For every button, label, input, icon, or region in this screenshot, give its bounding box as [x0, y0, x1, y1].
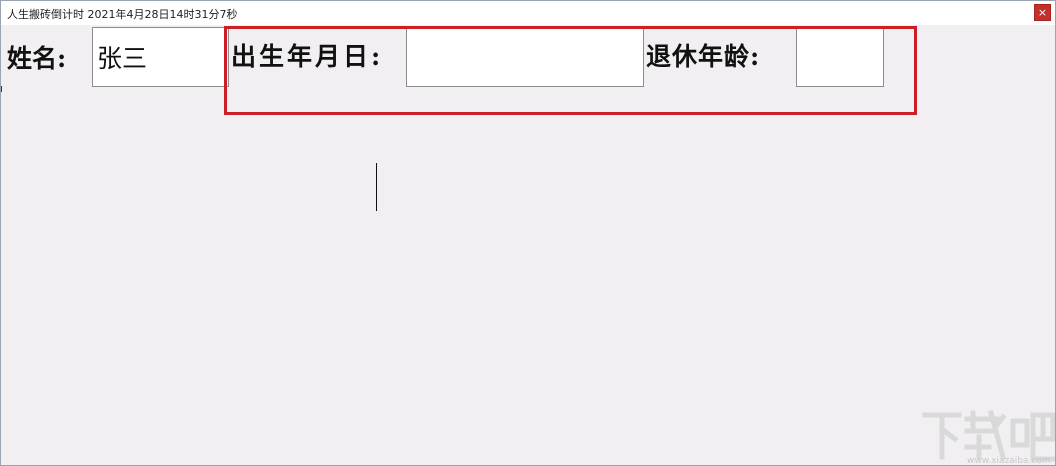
watermark-url: www.xiazaiba.com	[967, 456, 1051, 466]
retire-age-label: 退休年龄:	[646, 42, 761, 71]
name-label: 姓名:	[7, 44, 67, 73]
birthdate-input[interactable]	[406, 28, 644, 87]
birthdate-label: 出生年月日:	[231, 42, 384, 71]
close-button[interactable]: ×	[1034, 4, 1051, 21]
close-icon: ×	[1037, 6, 1048, 19]
name-input[interactable]	[92, 27, 229, 87]
edge-tick	[1, 86, 2, 92]
text-caret	[376, 163, 377, 211]
title-bar[interactable]: 人生搬砖倒计时 2021年4月28日14时31分7秒 ×	[1, 1, 1055, 25]
retire-age-input[interactable]	[796, 28, 884, 87]
app-window: 人生搬砖倒计时 2021年4月28日14时31分7秒 × 姓名: 出生年月日: …	[0, 0, 1056, 466]
window-title: 人生搬砖倒计时 2021年4月28日14时31分7秒	[7, 8, 238, 21]
